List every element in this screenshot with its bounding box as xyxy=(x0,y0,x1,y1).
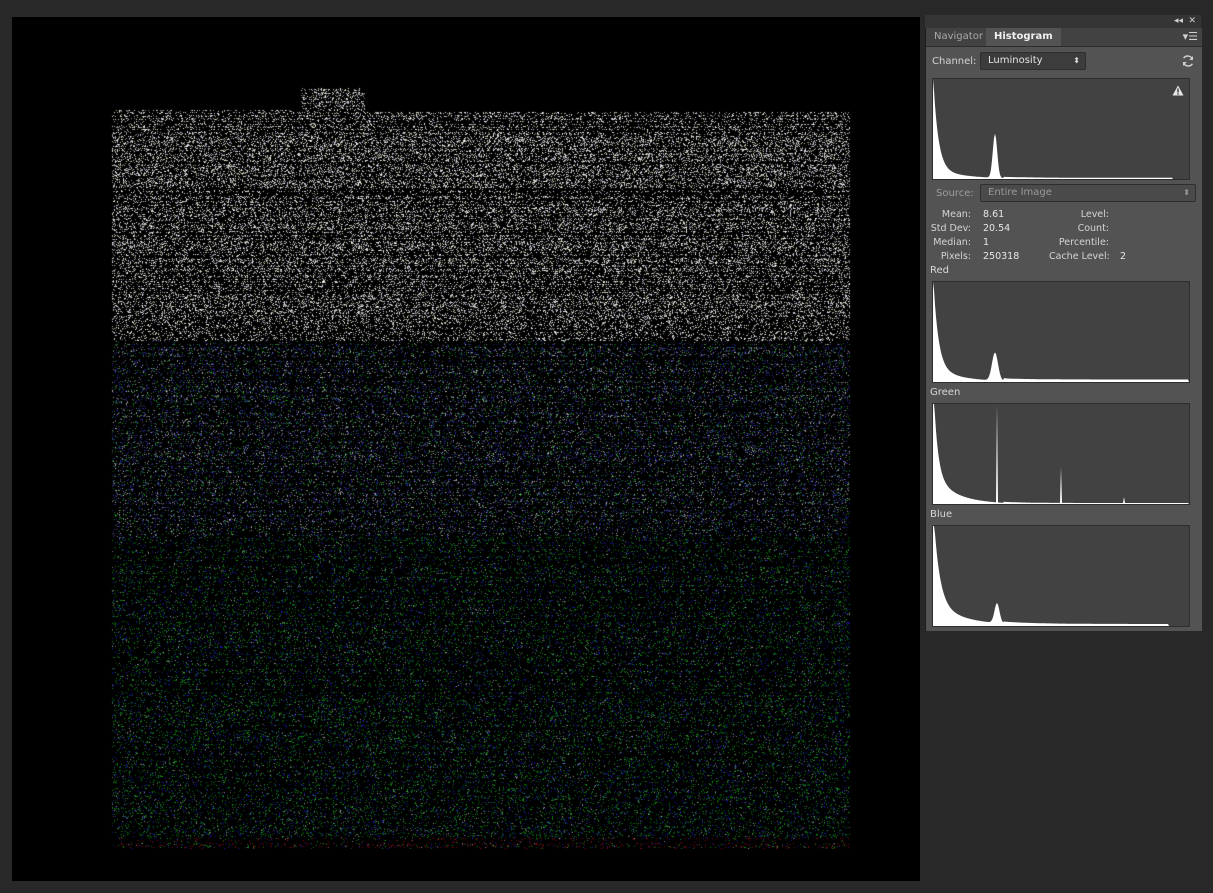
up-down-arrows-icon: ⬍ xyxy=(1073,56,1080,65)
pixels-value: 250318 xyxy=(983,251,1020,262)
red-histogram-graph xyxy=(933,282,1189,382)
mean-label: Mean: xyxy=(941,209,971,220)
count-label: Count: xyxy=(1077,223,1109,234)
cached-data-warning-icon[interactable] xyxy=(1172,85,1184,96)
tab-navigator[interactable]: Navigator xyxy=(926,28,991,46)
green-channel-label: Green xyxy=(930,387,961,398)
green-histogram xyxy=(932,403,1190,505)
channel-select-value: Luminosity xyxy=(988,55,1043,66)
red-histogram xyxy=(932,281,1190,383)
mean-value: 8.61 xyxy=(983,209,1005,220)
percentile-label: Percentile: xyxy=(1058,237,1109,248)
pixels-label: Pixels: xyxy=(940,251,971,262)
median-label: Median: xyxy=(933,237,971,248)
tab-histogram[interactable]: Histogram xyxy=(986,28,1061,46)
up-down-arrows-icon: ⬍ xyxy=(1183,188,1190,197)
blue-channel-label: Blue xyxy=(930,509,953,520)
document-image[interactable] xyxy=(105,67,857,849)
luminosity-histogram-graph xyxy=(933,79,1189,179)
blue-histogram xyxy=(932,525,1190,627)
refresh-icon[interactable] xyxy=(1181,54,1195,68)
std-dev-label: Std Dev: xyxy=(930,223,971,234)
level-label: Level: xyxy=(1080,209,1109,220)
panel-tabbar: Navigator Histogram ▾☰ xyxy=(926,28,1202,47)
green-histogram-graph xyxy=(933,404,1189,504)
panel-menu-icon[interactable]: ▾☰ xyxy=(1183,28,1198,46)
histogram-panel: Navigator Histogram ▾☰ Channel: Luminosi… xyxy=(925,28,1202,631)
close-icon[interactable]: ✕ xyxy=(1188,15,1196,28)
panel-dock-bar: ◂◂ ✕ xyxy=(925,15,1201,28)
channel-select[interactable]: Luminosity ⬍ xyxy=(980,52,1086,70)
source-select-value: Entire Image xyxy=(988,187,1052,198)
source-label: Source: xyxy=(936,188,974,199)
cache-level-label: Cache Level: xyxy=(1049,251,1110,262)
double-chevron-left-icon[interactable]: ◂◂ xyxy=(1174,15,1183,28)
cache-level-value: 2 xyxy=(1120,251,1127,262)
red-channel-label: Red xyxy=(930,265,949,276)
channel-label: Channel: xyxy=(932,56,977,67)
source-select[interactable]: Entire Image ⬍ xyxy=(980,184,1196,202)
std-dev-value: 20.54 xyxy=(983,223,1011,234)
blue-histogram-graph xyxy=(933,526,1189,626)
luminosity-histogram xyxy=(932,78,1190,180)
median-value: 1 xyxy=(983,237,990,248)
document-canvas[interactable] xyxy=(12,17,920,881)
